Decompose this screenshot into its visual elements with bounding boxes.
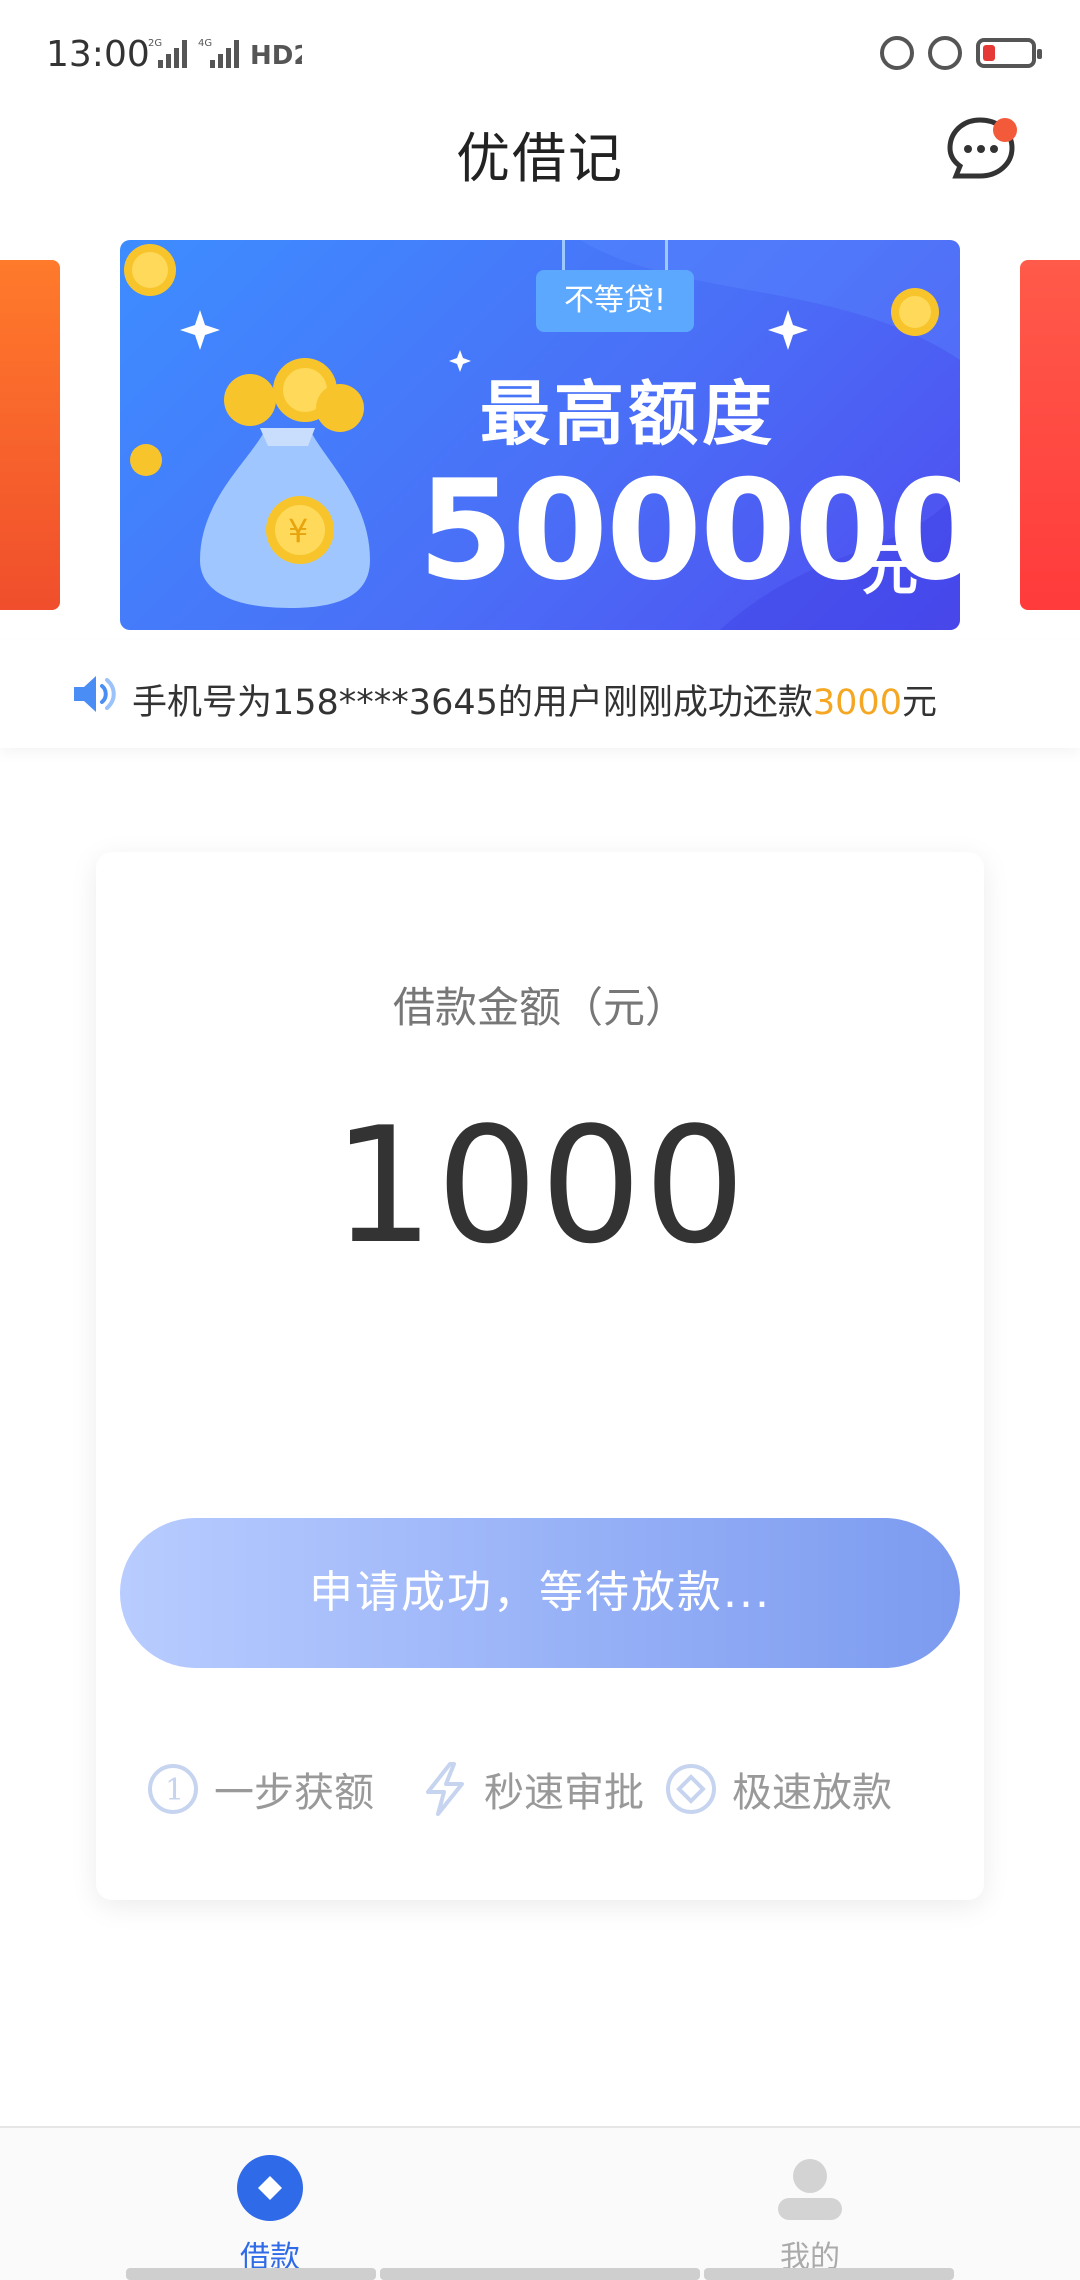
announcement-text: 手机号为158****3645的用户刚刚成功还款3000元 bbox=[132, 683, 937, 723]
hd-icon: HD2 bbox=[250, 41, 302, 70]
page-title: 优借记 bbox=[456, 127, 624, 190]
nav-handle-center bbox=[380, 2268, 700, 2280]
loan-amount-label: 借款金额（元） bbox=[392, 983, 687, 1032]
status-bar: 13:00 2G 4G HD2 bbox=[0, 0, 1080, 110]
feature-fast-disbursement: 极速放款 bbox=[664, 1754, 892, 1824]
alarm-icon bbox=[928, 36, 962, 70]
status-time: 13:00 bbox=[46, 34, 150, 75]
messages-button[interactable] bbox=[946, 114, 1018, 184]
feature-fast-approval: 秒速审批 bbox=[420, 1754, 644, 1824]
speaker-icon bbox=[74, 676, 116, 712]
diamond-icon bbox=[666, 1764, 716, 1814]
banner-next-peek[interactable] bbox=[1020, 260, 1080, 610]
tab-mine[interactable]: 我的 bbox=[710, 2150, 910, 2275]
banner-title: 最高额度 bbox=[480, 373, 776, 455]
battery-icon bbox=[976, 38, 1042, 68]
loan-amount-value: 1000 bbox=[332, 1092, 748, 1279]
banner-prev-peek[interactable] bbox=[0, 260, 60, 610]
loan-card: 借款金额（元） 1000 申请成功，等待放款... 1 一步获额 秒速审批 极速… bbox=[96, 852, 984, 1900]
nav-handle-right bbox=[704, 2268, 954, 2280]
feature-one-step: 1 一步获额 bbox=[146, 1754, 374, 1824]
tab-loan[interactable]: 借款 bbox=[170, 2150, 370, 2275]
lock-rotation-icon bbox=[880, 36, 914, 70]
nav-handle-left bbox=[126, 2268, 376, 2280]
lightning-icon bbox=[426, 1762, 464, 1816]
money-bag-icon: ¥ bbox=[200, 358, 370, 608]
bottom-tab-bar: 借款 我的 bbox=[0, 2126, 1080, 2280]
loan-icon bbox=[237, 2155, 303, 2221]
notification-dot bbox=[993, 118, 1017, 142]
banner-unit: 元 bbox=[862, 538, 918, 603]
banner-tag: 不等贷! bbox=[536, 240, 694, 332]
signal-2g-icon: 2G bbox=[148, 38, 187, 68]
svg-text:4G: 4G bbox=[198, 38, 212, 49]
svg-text:HD2: HD2 bbox=[250, 41, 302, 70]
user-icon bbox=[778, 2159, 842, 2220]
svg-text:1: 1 bbox=[165, 1773, 184, 1808]
step-one-icon: 1 bbox=[148, 1764, 198, 1814]
app-header: 优借记 bbox=[0, 100, 1080, 210]
feature-list: 1 一步获额 秒速审批 极速放款 bbox=[146, 1754, 946, 1824]
signal-4g-icon: 4G bbox=[198, 38, 239, 68]
announcement-amount: 3000 bbox=[812, 683, 902, 723]
svg-text:¥: ¥ bbox=[288, 512, 308, 550]
svg-text:2G: 2G bbox=[148, 38, 162, 49]
promo-banner[interactable]: ¥ 不等贷! 最高额度 500000 元 bbox=[120, 240, 960, 630]
apply-status-button[interactable]: 申请成功，等待放款... bbox=[120, 1518, 960, 1668]
announcement-bar: 手机号为158****3645的用户刚刚成功还款3000元 bbox=[0, 640, 1080, 748]
